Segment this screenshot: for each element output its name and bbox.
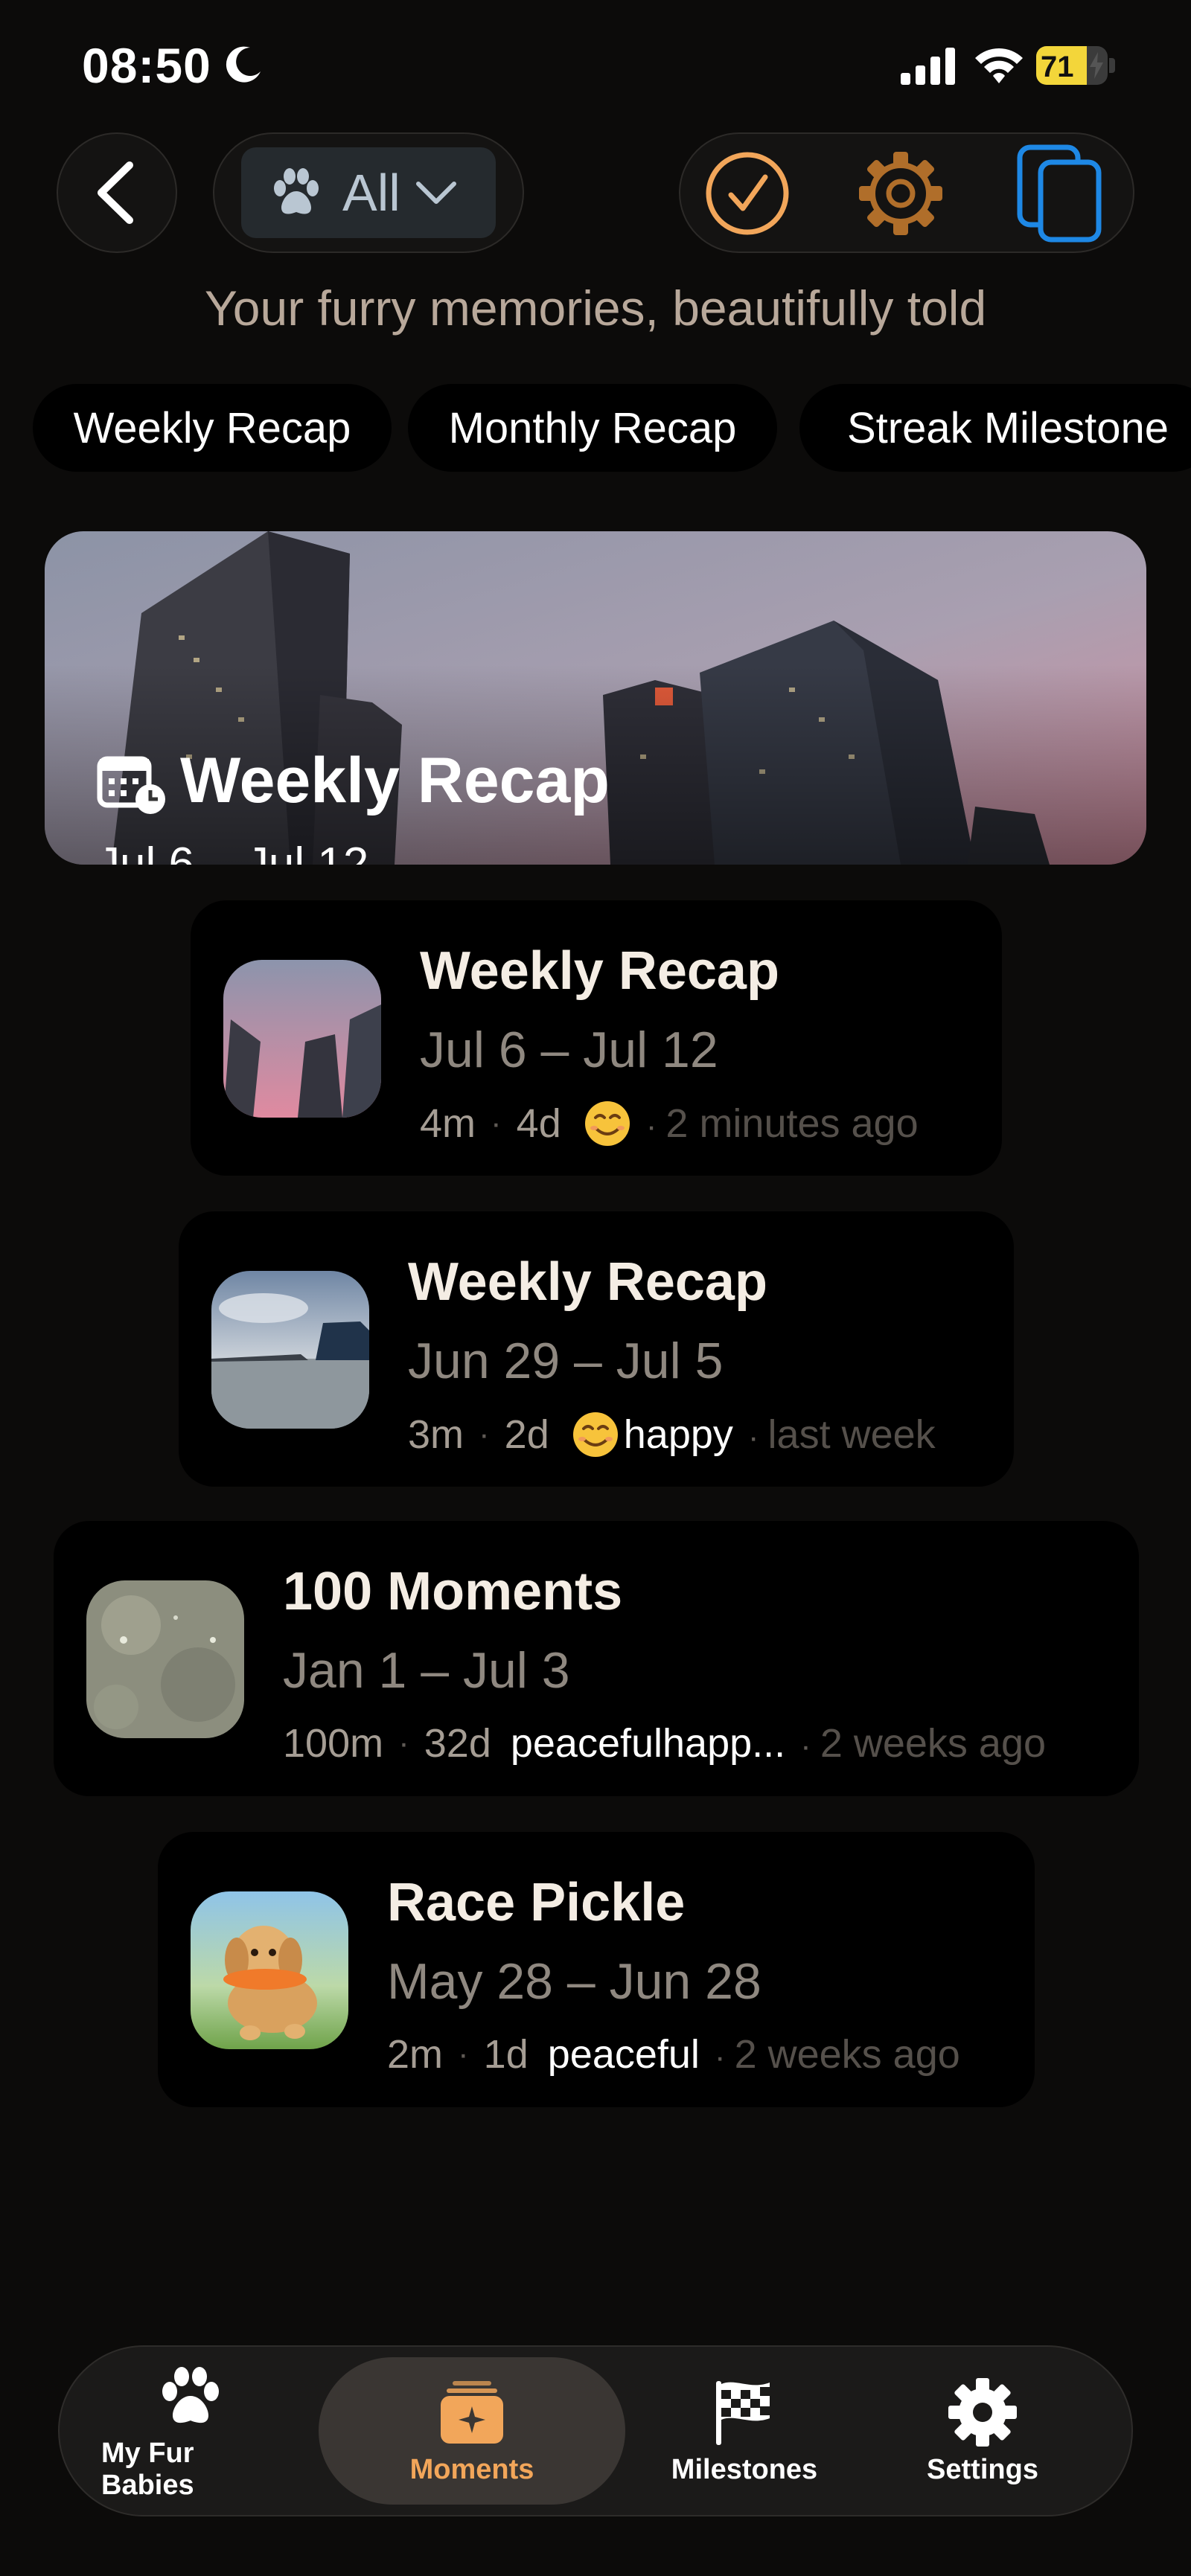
chevron-left-icon [98, 161, 133, 224]
tab-milestones[interactable]: Milestones [655, 2347, 834, 2515]
pet-filter-dropdown[interactable]: All [241, 147, 496, 238]
moment-mood: peaceful [547, 2032, 700, 2077]
stacked-cards-icon [1017, 144, 1102, 243]
status-time: 08:50 [82, 38, 211, 93]
moment-time-ago: 2 weeks ago [734, 2032, 960, 2077]
moment-thumbnail [211, 1271, 369, 1429]
moment-date-range: Jul 6 – Jul 12 [420, 1022, 718, 1078]
bottom-tab-bar: My Fur Babies Moments Milestones Setting… [58, 2345, 1133, 2516]
cellular-signal-icon [901, 48, 955, 85]
gear-icon [948, 2377, 1017, 2447]
moment-title: Weekly Recap [420, 941, 779, 1001]
moment-card[interactable]: Race Pickle May 28 – Jun 28 2m · 1d peac… [158, 1832, 1035, 2107]
featured-recap-dates: Jul 6 – Jul 12 [97, 839, 369, 865]
chevron-down-icon [415, 182, 456, 204]
moment-meta: 4m · 4d · 2 minutes ago [420, 1101, 919, 1146]
moment-days: 4d [516, 1101, 561, 1146]
moment-meta: 2m · 1d peaceful · 2 weeks ago [387, 2032, 960, 2077]
gallery-view-button[interactable] [1015, 144, 1105, 243]
moment-time-ago: 2 minutes ago [665, 1101, 919, 1146]
moment-days: 2d [504, 1412, 549, 1457]
pet-filter-label: All [342, 164, 400, 222]
calendar-clock-icon [97, 756, 165, 814]
moment-thumbnail [86, 1580, 244, 1738]
moment-meta: 100m · 32d peacefulhapp... · 2 weeks ago [283, 1721, 1047, 1766]
moment-date-range: Jan 1 – Jul 3 [283, 1642, 570, 1699]
pet-filter[interactable]: All [213, 132, 524, 253]
moment-duration: 3m [408, 1412, 464, 1457]
moment-time-ago: 2 weeks ago [820, 1721, 1047, 1766]
charging-bolt-icon [1090, 52, 1103, 79]
moment-time-ago: last week [767, 1412, 936, 1457]
moment-mood: peacefulhapp... [510, 1721, 786, 1766]
filter-chip-streak-milestone[interactable]: Streak Milestone [799, 384, 1191, 472]
filter-chip-weekly-recap[interactable]: Weekly Recap [33, 384, 392, 472]
back-button[interactable] [57, 132, 177, 253]
tagline: Your furry memories, beautifully told [204, 281, 987, 336]
moment-duration: 2m [387, 2032, 444, 2077]
moment-title: Race Pickle [387, 1873, 686, 1932]
moment-duration: 4m [420, 1101, 476, 1146]
checkered-flag-icon [716, 2380, 770, 2445]
featured-recap-title: Weekly Recap [180, 745, 610, 816]
gear-icon [859, 152, 942, 235]
settings-button[interactable] [856, 149, 945, 238]
tab-label: Settings [927, 2453, 1038, 2485]
featured-recap-banner[interactable]: Weekly Recap Jul 6 – Jul 12 [45, 531, 1146, 865]
checkmark-circle-icon [706, 152, 789, 235]
moment-date-range: Jun 29 – Jul 5 [408, 1333, 724, 1389]
moment-duration: 100m [283, 1721, 384, 1766]
tab-label: Milestones [671, 2453, 818, 2485]
battery-indicator: 71 [1036, 46, 1115, 85]
moment-card[interactable]: 100 Moments Jan 1 – Jul 3 100m · 32d pea… [54, 1521, 1139, 1796]
moment-date-range: May 28 – Jun 28 [387, 1953, 761, 2010]
paw-icon [274, 168, 319, 214]
select-mode-button[interactable] [703, 149, 792, 238]
smile-emoji-icon [584, 1101, 630, 1146]
header-actions [679, 132, 1134, 253]
wifi-icon [975, 48, 1023, 83]
tab-settings[interactable]: Settings [893, 2347, 1072, 2515]
tab-label: My Fur Babies [101, 2438, 194, 2501]
moment-thumbnail [191, 1891, 348, 2049]
moment-title: 100 Moments [283, 1562, 623, 1621]
moment-mood: happy [623, 1412, 733, 1457]
tab-label: Moments [409, 2453, 534, 2485]
filter-chip-monthly-recap[interactable]: Monthly Recap [408, 384, 777, 472]
tab-my-fur-babies[interactable]: My Fur Babies [101, 2347, 280, 2515]
moment-title: Weekly Recap [408, 1252, 767, 1312]
paw-icon [162, 2367, 219, 2423]
moment-card[interactable]: Weekly Recap Jun 29 – Jul 5 3m · 2d happ… [179, 1211, 1014, 1487]
moment-meta: 3m · 2d happy · last week [408, 1412, 936, 1457]
tab-moments[interactable]: Moments [338, 2347, 606, 2515]
status-bar: 08:50 71 [0, 0, 1191, 134]
smile-emoji-icon [572, 1412, 618, 1457]
moment-thumbnail [223, 960, 381, 1118]
moment-card[interactable]: Weekly Recap Jul 6 – Jul 12 4m · 4d · 2 m… [191, 900, 1002, 1176]
moon-icon [226, 46, 261, 83]
moments-icon [441, 2380, 503, 2444]
moment-days: 1d [483, 2032, 529, 2077]
moment-days: 32d [424, 1721, 491, 1766]
battery-percent: 71 [1041, 51, 1074, 83]
